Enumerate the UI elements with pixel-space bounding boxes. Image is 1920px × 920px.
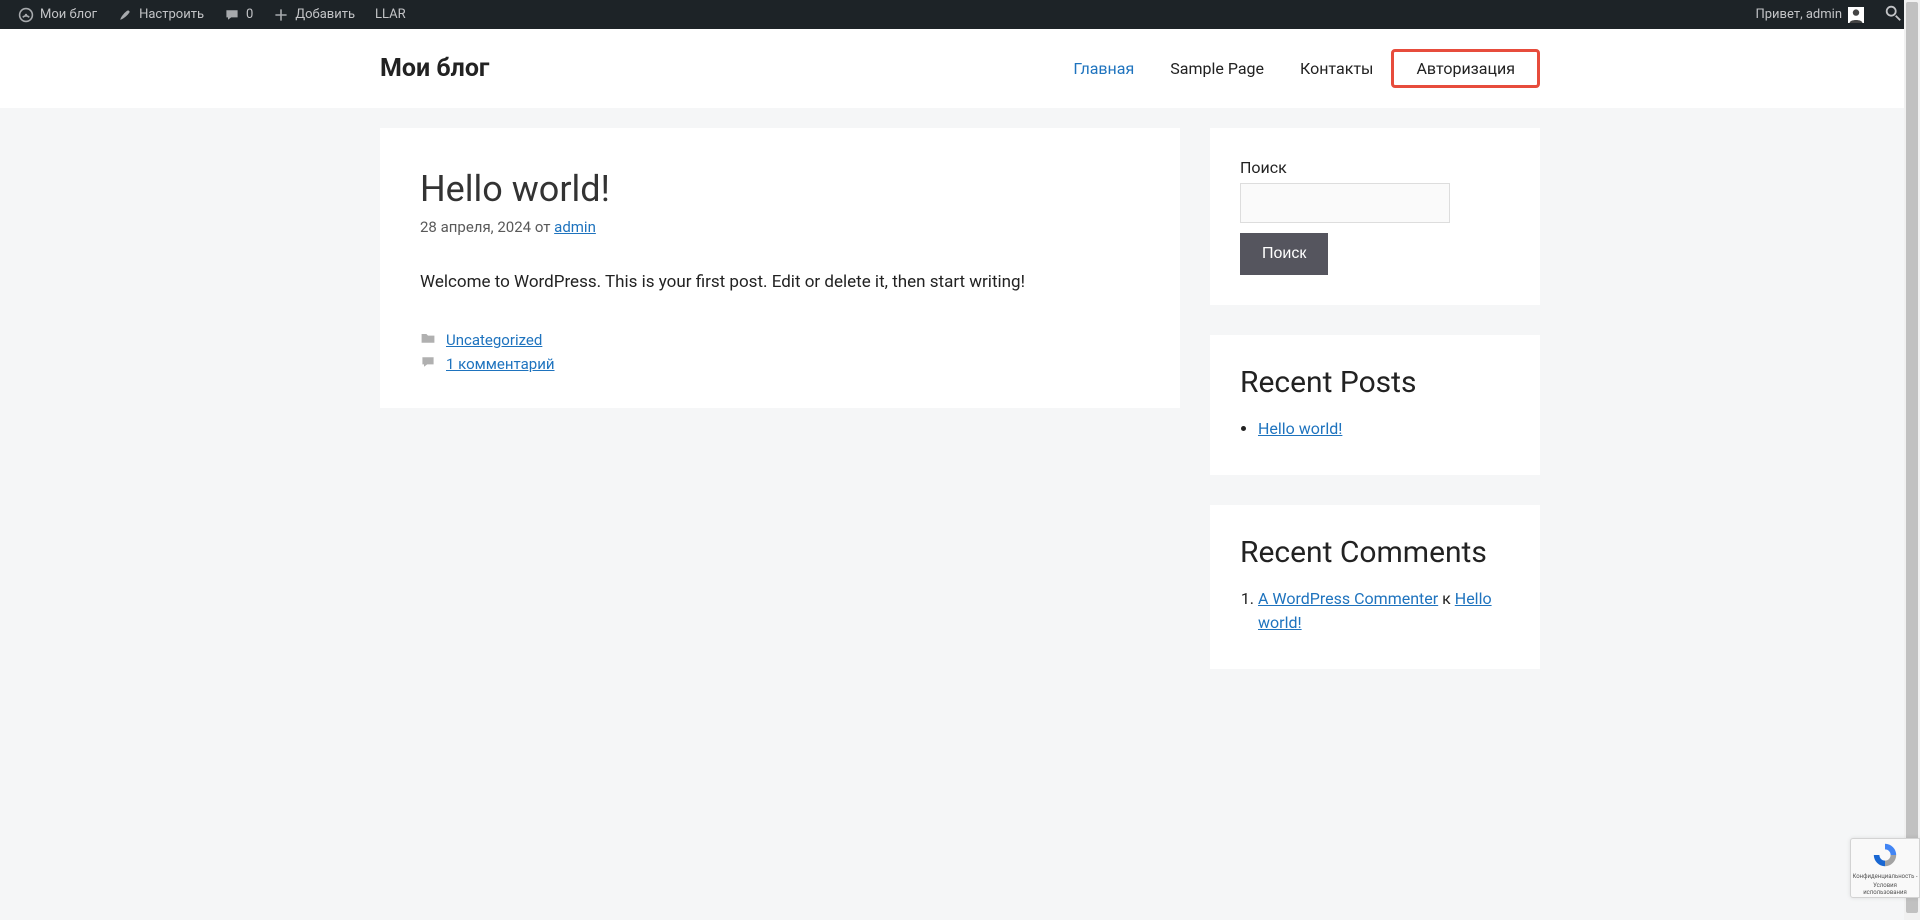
nav-home[interactable]: Главная	[1055, 49, 1152, 88]
recaptcha-badge[interactable]: Конфиденциальность - Условия использован…	[1850, 838, 1920, 898]
adminbar-comments-count: 0	[246, 7, 253, 22]
nav-auth[interactable]: Авторизация	[1391, 49, 1540, 88]
post-date: 28 апреля, 2024	[420, 218, 531, 236]
admin-bar-right: Привет, admin	[1745, 0, 1912, 29]
post-meta: 28 апреля, 2024 от admin	[420, 218, 1140, 236]
widget-recent-posts: Recent Posts Hello world!	[1210, 335, 1540, 475]
scrollbar-thumb[interactable]	[1906, 2, 1918, 913]
post-comments-link[interactable]: 1 комментарий	[446, 355, 555, 373]
adminbar-add-label: Добавить	[295, 7, 355, 22]
post-title[interactable]: Hello world!	[420, 168, 1140, 210]
recent-comments-title: Recent Comments	[1240, 535, 1510, 571]
list-item: Hello world!	[1258, 417, 1510, 441]
post-by-label: от	[535, 218, 551, 236]
site-title[interactable]: Мои блог	[380, 54, 489, 83]
folder-icon	[420, 330, 436, 350]
adminbar-site-link[interactable]: Мои блог	[8, 0, 107, 29]
comment-icon	[420, 354, 436, 374]
post-category-link[interactable]: Uncategorized	[446, 331, 542, 349]
adminbar-greeting: Привет, admin	[1755, 7, 1842, 22]
widget-search: Поиск Поиск	[1210, 128, 1540, 305]
list-item: A WordPress Commenter к Hello world!	[1258, 587, 1510, 635]
post-body: Welcome to WordPress. This is your first…	[420, 270, 1140, 296]
search-label: Поиск	[1240, 158, 1510, 177]
widget-recent-comments: Recent Comments A WordPress Commenter к …	[1210, 505, 1540, 669]
avatar-icon	[1848, 7, 1864, 23]
comment-icon	[224, 7, 240, 23]
page-content: Hello world! 28 апреля, 2024 от admin We…	[360, 108, 1560, 689]
adminbar-llar-label: LLAR	[375, 7, 406, 22]
dashboard-icon	[18, 7, 34, 23]
search-button[interactable]: Поиск	[1240, 233, 1328, 275]
sidebar: Поиск Поиск Recent Posts Hello world! Re…	[1210, 128, 1540, 669]
adminbar-llar-link[interactable]: LLAR	[365, 0, 416, 29]
adminbar-customize-link[interactable]: Настроить	[107, 0, 214, 29]
post-author-link[interactable]: admin	[554, 218, 596, 236]
scrollbar-track[interactable]	[1904, 0, 1920, 920]
brush-icon	[117, 7, 133, 23]
entry-footer: Uncategorized 1 комментарий	[420, 330, 1140, 374]
search-input[interactable]	[1240, 183, 1450, 223]
search-icon	[1884, 4, 1902, 26]
post-category-row: Uncategorized	[420, 330, 1140, 350]
nav-contacts[interactable]: Контакты	[1282, 49, 1391, 88]
main-nav: Главная Sample Page Контакты Авторизация	[1055, 49, 1540, 88]
recaptcha-line1: Конфиденциальность -	[1852, 873, 1917, 880]
adminbar-comments-link[interactable]: 0	[214, 0, 263, 29]
recaptcha-icon	[1871, 841, 1899, 871]
adminbar-site-name: Мои блог	[40, 7, 97, 22]
nav-sample-page[interactable]: Sample Page	[1152, 49, 1282, 88]
recent-posts-title: Recent Posts	[1240, 365, 1510, 401]
adminbar-add-link[interactable]: Добавить	[263, 0, 365, 29]
plus-icon	[273, 7, 289, 23]
site-header: Мои блог Главная Sample Page Контакты Ав…	[0, 29, 1920, 108]
post-card: Hello world! 28 апреля, 2024 от admin We…	[380, 128, 1180, 408]
recent-commenter-link[interactable]: A WordPress Commenter	[1258, 589, 1438, 608]
wp-admin-bar: Мои блог Настроить 0 Добавить LLAR Приве…	[0, 0, 1920, 29]
post-comments-row: 1 комментарий	[420, 354, 1140, 374]
admin-bar-left: Мои блог Настроить 0 Добавить LLAR	[8, 0, 416, 29]
recent-post-link[interactable]: Hello world!	[1258, 419, 1342, 438]
adminbar-customize-label: Настроить	[139, 7, 204, 22]
adminbar-account-link[interactable]: Привет, admin	[1745, 0, 1874, 29]
recent-comment-connector: к	[1442, 589, 1451, 608]
recaptcha-line2: Условия использования	[1851, 882, 1919, 896]
